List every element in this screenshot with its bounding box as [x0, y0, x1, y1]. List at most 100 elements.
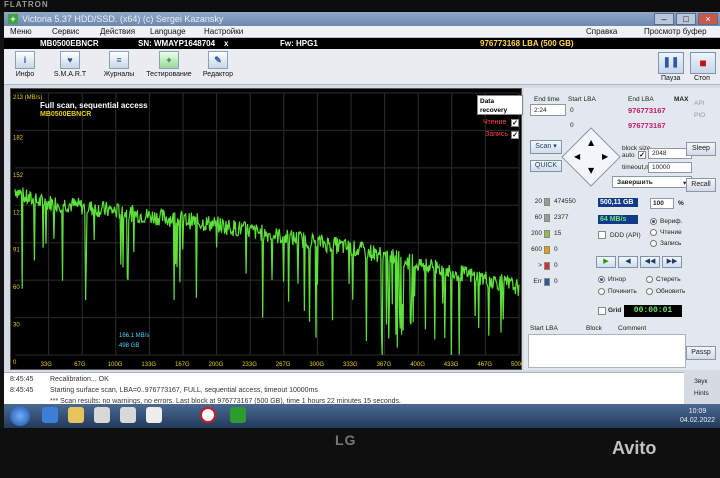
menu-language[interactable]: Language — [150, 27, 186, 36]
end-time-label: End time — [534, 96, 560, 103]
menu-main[interactable]: Меню — [10, 27, 32, 36]
toolbar: i Инфо ♥ S.M.A.R.T ≡ Журналы + Тестирова… — [4, 49, 720, 85]
editor-button[interactable]: ✎ Редактор — [200, 51, 236, 83]
grid-checkbox[interactable] — [598, 307, 606, 315]
api-label[interactable]: API — [694, 100, 704, 107]
test-icon: + — [159, 51, 179, 69]
play-button[interactable]: ▶ — [596, 256, 616, 268]
auto-checkbox[interactable]: ✓ — [638, 151, 646, 159]
system-clock[interactable]: 10:09 04.02.2022 — [680, 407, 715, 425]
ie-icon[interactable] — [42, 407, 58, 423]
clock-time: 10:09 — [688, 408, 707, 415]
verify-radio[interactable] — [650, 218, 657, 225]
victoria-taskbar-icon[interactable] — [230, 407, 246, 423]
skip-forward-button[interactable]: ▶▶ — [662, 256, 682, 268]
arrow-left-icon[interactable]: ◀ — [574, 152, 580, 161]
max-label[interactable]: MAX — [674, 96, 688, 103]
explorer-icon[interactable] — [120, 407, 136, 423]
percent-field: 100 — [650, 198, 674, 209]
app-icon-2[interactable] — [146, 407, 162, 423]
minimize-button[interactable]: – — [654, 13, 674, 25]
drive-close-icon[interactable]: x — [224, 39, 228, 48]
defects-table[interactable] — [528, 334, 686, 368]
end-time-field[interactable]: 2:24 — [530, 104, 566, 116]
cursor-speed: 166.1 MB/s — [119, 333, 150, 339]
passport-button[interactable]: Passp — [686, 346, 716, 360]
menu-service[interactable]: Сервис — [52, 27, 79, 36]
folder-icon[interactable] — [68, 407, 84, 423]
read-radio[interactable] — [650, 229, 657, 236]
counter-value: 15 — [554, 230, 562, 237]
finish-action-select[interactable]: Завершить ▾ — [612, 176, 692, 188]
read-speed-line — [14, 187, 520, 356]
counter-color-swatch — [544, 198, 550, 206]
sound-checkbox[interactable]: Звук — [694, 378, 707, 385]
counter-value: 0 — [554, 262, 558, 269]
menu-help[interactable]: Справка — [586, 27, 617, 36]
smart-button[interactable]: ♥ S.M.A.R.T — [52, 51, 88, 83]
info-button[interactable]: i Инфо — [10, 51, 40, 83]
maximize-button[interactable]: □ — [676, 13, 696, 25]
back-button[interactable]: ◀ — [618, 256, 638, 268]
speed-graph: 33G 67G 100G 133G 167G 200G 233G 267G 300G 333G 36… — [10, 88, 523, 370]
drive-capacity: 976773168 LBA (500 GB) — [480, 39, 574, 48]
skip-back-button[interactable]: ◀◀ — [640, 256, 660, 268]
hints-checkbox[interactable]: Hints — [694, 390, 709, 397]
stop-label: Стоп — [694, 75, 710, 82]
menu-buffer-view[interactable]: Просмотр буфер — [644, 27, 707, 36]
graph-drive-model: MB0500EBNCR — [40, 111, 92, 118]
quick-button[interactable]: QUICK — [530, 160, 562, 172]
write-checkbox[interactable]: ✓ — [511, 131, 519, 139]
timeout-select[interactable]: 10000 — [648, 162, 692, 173]
stop-button[interactable]: ■ — [690, 52, 716, 74]
erase-radio[interactable] — [646, 276, 653, 283]
recovery-line1: Data recovery — [480, 98, 508, 114]
y-tick-label: 91 — [13, 248, 20, 254]
ddd-checkbox[interactable] — [598, 231, 606, 239]
arrow-up-icon[interactable]: ▲ — [588, 138, 594, 147]
opera-icon[interactable] — [200, 407, 216, 423]
pio-label[interactable]: PIO — [694, 112, 705, 119]
arrow-right-icon[interactable]: ▶ — [602, 152, 608, 161]
read-checkbox[interactable]: ✓ — [511, 119, 519, 127]
grid-label: Grid — [608, 307, 622, 314]
col-start-lba: Start LBA — [530, 325, 558, 332]
counter-value: 474550 — [554, 198, 576, 205]
pause-label: Пауза — [661, 75, 681, 82]
x-tick-label: 333G — [343, 362, 358, 368]
info-icon: i — [15, 51, 35, 69]
arrow-down-icon[interactable]: ▼ — [588, 166, 594, 175]
col-comment: Comment — [618, 325, 647, 332]
counter-threshold: Err — [533, 278, 542, 285]
close-button[interactable]: × — [698, 13, 718, 25]
app-icon: + — [8, 14, 18, 24]
sleep-button[interactable]: Sleep — [686, 142, 716, 156]
ignore-radio[interactable] — [598, 276, 605, 283]
refresh-radio[interactable] — [646, 288, 653, 295]
log-row: 8:45:45 Starting surface scan, LBA=0..976… — [10, 387, 318, 394]
percent-unit: % — [678, 200, 684, 207]
x-tick-label: 233G — [242, 362, 257, 368]
media-icon[interactable] — [94, 407, 110, 423]
start-button[interactable] — [10, 406, 30, 426]
recall-button[interactable]: Recall — [686, 178, 716, 192]
elapsed-timer: 00:00:01 — [624, 305, 682, 317]
graph-header: Full scan, sequential access — [40, 101, 148, 110]
pause-button[interactable]: ❚❚ — [658, 52, 684, 74]
logs-button-label: Журналы — [103, 71, 135, 78]
repair-radio[interactable] — [598, 288, 605, 295]
legend-write: Запись — [485, 131, 508, 138]
test-button[interactable]: + Тестирование — [144, 51, 194, 83]
logs-button[interactable]: ≡ Журналы — [102, 51, 136, 83]
speed-chart-svg: 33G 67G 100G 133G 167G 200G 233G 267G 300G 333G 36… — [13, 92, 523, 368]
counter-threshold: 600 — [531, 246, 542, 253]
end-lba-value[interactable]: 976773167 — [628, 106, 666, 115]
menu-actions[interactable]: Действия — [100, 27, 135, 36]
test-button-label: Тестирование — [146, 71, 192, 78]
menu-settings[interactable]: Настройки — [204, 27, 243, 36]
start-lba-value[interactable]: 0 — [570, 107, 574, 114]
read-label: Чтение — [660, 229, 682, 236]
write-radio[interactable] — [650, 240, 657, 247]
x-tick-label: 367G — [377, 362, 392, 368]
scan-button[interactable]: Scan ▾ — [530, 140, 562, 154]
